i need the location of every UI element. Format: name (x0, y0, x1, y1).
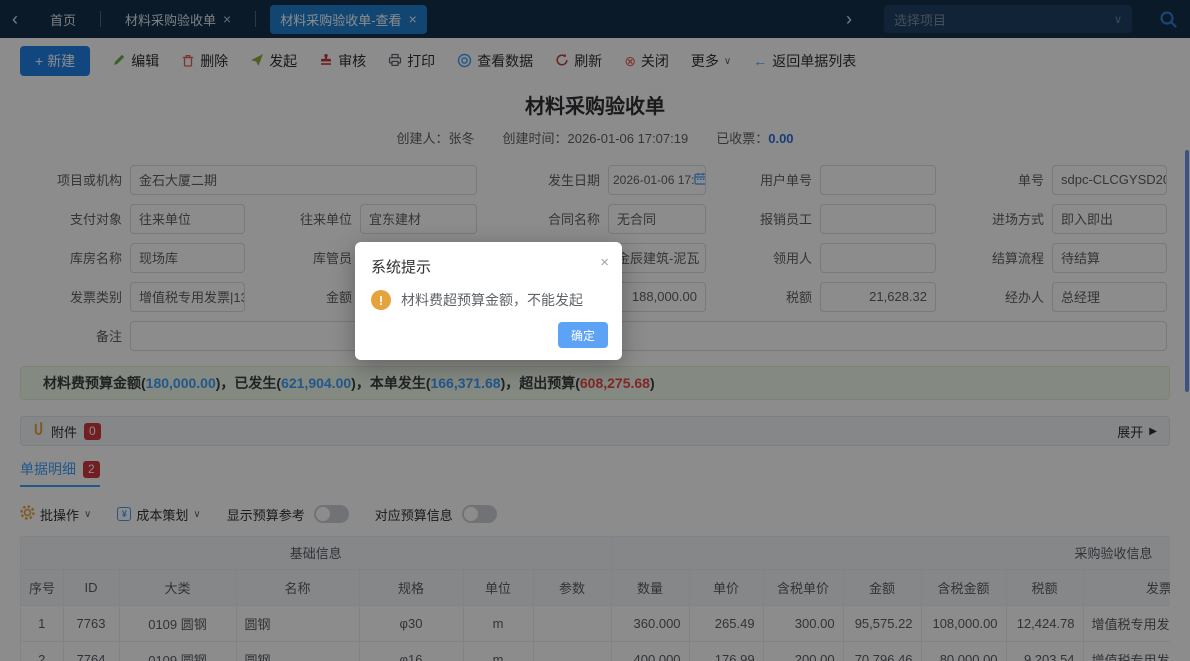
system-prompt-dialog: 系统提示 × ! 材料费超预算金额，不能发起 确定 (355, 242, 622, 360)
dialog-message: 材料费超预算金额，不能发起 (401, 292, 583, 308)
dialog-close-icon[interactable]: × (600, 255, 609, 270)
warning-icon: ! (371, 290, 391, 310)
app-window: ‹ 首页 材料采购验收单 × 材料采购验收单-查看 × › 选择项目 ∨ + 新… (0, 0, 1190, 661)
dialog-ok-button[interactable]: 确定 (557, 322, 608, 348)
dialog-title: 系统提示 (371, 259, 432, 276)
